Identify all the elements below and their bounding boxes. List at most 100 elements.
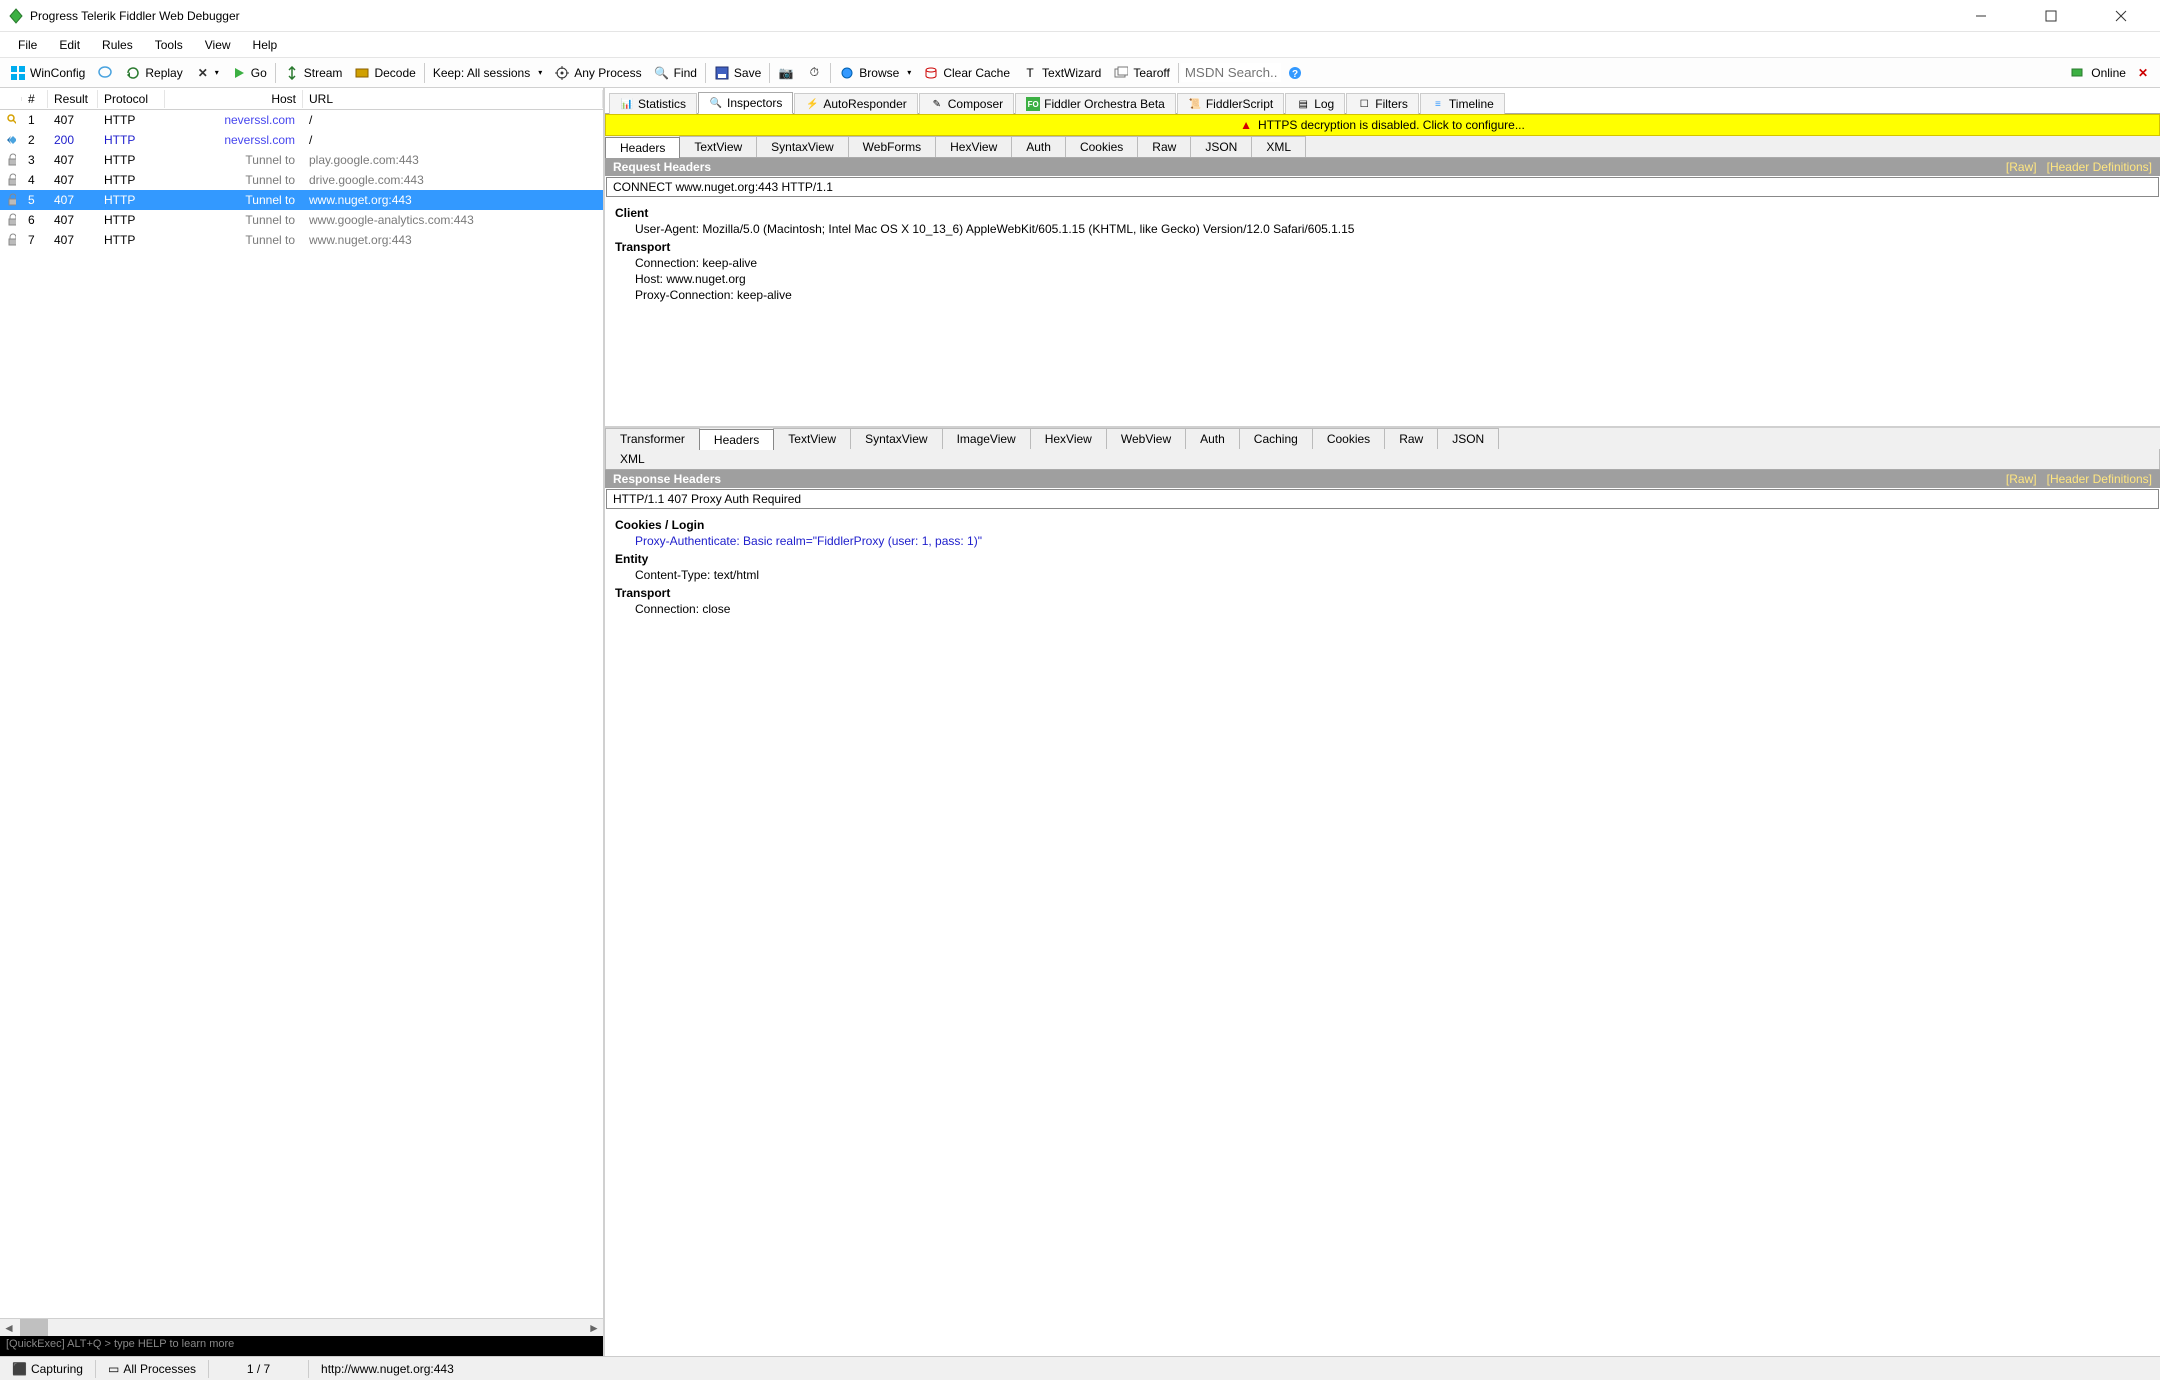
session-row[interactable]: 4407HTTPTunnel todrive.google.com:443 — [0, 170, 603, 190]
menu-view[interactable]: View — [195, 35, 241, 55]
clearcache-button[interactable]: Clear Cache — [917, 63, 1016, 83]
tab-timeline[interactable]: ≡Timeline — [1420, 93, 1505, 114]
scroll-left-icon[interactable]: ◄ — [0, 1319, 18, 1336]
response-defs-link[interactable]: [Header Definitions] — [2047, 472, 2152, 486]
tearoff-button[interactable]: Tearoff — [1107, 63, 1175, 83]
session-row[interactable]: 2200HTTPneverssl.com/ — [0, 130, 603, 150]
quickexec-input[interactable]: [QuickExec] ALT+Q > type HELP to learn m… — [0, 1336, 603, 1356]
tab-filters[interactable]: ☐Filters — [1346, 93, 1419, 114]
resptab-imageview[interactable]: ImageView — [942, 428, 1031, 449]
resptab-syntaxview[interactable]: SyntaxView — [850, 428, 942, 449]
session-row[interactable]: 6407HTTPTunnel towww.google-analytics.co… — [0, 210, 603, 230]
reqtab-raw[interactable]: Raw — [1137, 136, 1191, 157]
request-ua[interactable]: User-Agent: Mozilla/5.0 (Macintosh; Inte… — [615, 222, 2150, 236]
menu-edit[interactable]: Edit — [49, 35, 90, 55]
scroll-right-icon[interactable]: ► — [585, 1319, 603, 1336]
resptab-caching[interactable]: Caching — [1239, 428, 1313, 449]
request-line[interactable]: CONNECT www.nuget.org:443 HTTP/1.1 — [606, 177, 2159, 197]
reqtab-textview[interactable]: TextView — [679, 136, 757, 157]
session-row[interactable]: 3407HTTPTunnel toplay.google.com:443 — [0, 150, 603, 170]
maximize-button[interactable] — [2028, 1, 2074, 31]
session-row[interactable]: 5407HTTPTunnel towww.nuget.org:443 — [0, 190, 603, 210]
lock-icon — [0, 212, 22, 228]
close-toolbar-icon[interactable]: ✕ — [2138, 66, 2148, 80]
col-url[interactable]: URL — [303, 90, 603, 108]
request-defs-link[interactable]: [Header Definitions] — [2047, 160, 2152, 174]
minimize-button[interactable] — [1958, 1, 2004, 31]
response-proxyauth[interactable]: Proxy-Authenticate: Basic realm="Fiddler… — [615, 534, 2150, 548]
reqtab-json[interactable]: JSON — [1190, 136, 1252, 157]
reqtab-syntaxview[interactable]: SyntaxView — [756, 136, 848, 157]
resptab-xml[interactable]: XML — [605, 449, 2160, 469]
col-num[interactable]: # — [22, 90, 48, 108]
reqtab-webforms[interactable]: WebForms — [848, 136, 936, 157]
winconfig-button[interactable]: WinConfig — [4, 63, 91, 83]
resptab-auth[interactable]: Auth — [1185, 428, 1240, 449]
tab-inspectors[interactable]: 🔍Inspectors — [698, 92, 793, 114]
response-connection[interactable]: Connection: close — [615, 602, 2150, 616]
keep-sessions-dropdown[interactable]: Keep: All sessions▾ — [427, 64, 548, 82]
session-row[interactable]: 7407HTTPTunnel towww.nuget.org:443 — [0, 230, 603, 250]
lock-icon — [0, 232, 22, 248]
find-button[interactable]: 🔍Find — [648, 63, 703, 83]
status-capturing[interactable]: ⬛Capturing — [0, 1360, 96, 1378]
key-icon — [0, 112, 22, 128]
resptab-raw[interactable]: Raw — [1384, 428, 1438, 449]
col-protocol[interactable]: Protocol — [98, 90, 165, 108]
online-indicator[interactable]: Online ✕ — [2069, 65, 2156, 81]
menu-help[interactable]: Help — [243, 35, 288, 55]
request-proxy[interactable]: Proxy-Connection: keep-alive — [615, 288, 2150, 302]
response-raw-link[interactable]: [Raw] — [2006, 472, 2037, 486]
screenshot-button[interactable]: 📷 — [772, 63, 800, 83]
reqtab-xml[interactable]: XML — [1251, 136, 1306, 157]
tab-composer[interactable]: ✎Composer — [919, 93, 1014, 114]
online-icon — [2069, 65, 2085, 81]
remove-button[interactable]: ✕▾ — [189, 63, 225, 83]
menu-file[interactable]: File — [8, 35, 47, 55]
stream-button[interactable]: Stream — [278, 63, 349, 83]
resptab-json[interactable]: JSON — [1437, 428, 1499, 449]
reqtab-hexview[interactable]: HexView — [935, 136, 1012, 157]
app-icon — [8, 8, 24, 24]
tab-log[interactable]: ▤Log — [1285, 93, 1345, 114]
go-button[interactable]: Go — [225, 63, 273, 83]
resptab-headers[interactable]: Headers — [699, 429, 774, 450]
https-warning-bar[interactable]: ▲ HTTPS decryption is disabled. Click to… — [605, 114, 2160, 136]
horizontal-scrollbar[interactable]: ◄ ► — [0, 1318, 603, 1336]
tab-orchestra[interactable]: FOFiddler Orchestra Beta — [1015, 93, 1176, 114]
decode-button[interactable]: Decode — [348, 63, 421, 83]
col-host[interactable]: Host — [165, 90, 303, 108]
textwizard-button[interactable]: TTextWizard — [1016, 63, 1107, 83]
help-button[interactable]: ? — [1281, 63, 1309, 83]
anyprocess-button[interactable]: Any Process — [548, 63, 647, 83]
reqtab-auth[interactable]: Auth — [1011, 136, 1066, 157]
timer-button[interactable]: ⏱ — [800, 63, 828, 83]
request-raw-link[interactable]: [Raw] — [2006, 160, 2037, 174]
status-allprocesses[interactable]: ▭All Processes — [96, 1360, 209, 1378]
menu-rules[interactable]: Rules — [92, 35, 143, 55]
col-result[interactable]: Result — [48, 90, 98, 108]
close-button[interactable] — [2098, 1, 2144, 31]
request-connection[interactable]: Connection: keep-alive — [615, 256, 2150, 270]
browse-button[interactable]: Browse▾ — [833, 63, 917, 83]
reqtab-headers[interactable]: Headers — [605, 137, 680, 158]
tab-statistics[interactable]: 📊Statistics — [609, 93, 697, 114]
reqtab-cookies[interactable]: Cookies — [1065, 136, 1138, 157]
tab-fiddlerscript[interactable]: 📜FiddlerScript — [1177, 93, 1284, 114]
resptab-textview[interactable]: TextView — [773, 428, 851, 449]
save-button[interactable]: Save — [708, 63, 767, 83]
msdn-search-input[interactable] — [1181, 63, 1281, 82]
bubble-icon — [97, 65, 113, 81]
comment-button[interactable] — [91, 63, 119, 83]
menu-tools[interactable]: Tools — [145, 35, 193, 55]
resptab-hexview[interactable]: HexView — [1030, 428, 1107, 449]
response-ctype[interactable]: Content-Type: text/html — [615, 568, 2150, 582]
session-row[interactable]: 1407HTTPneverssl.com/ — [0, 110, 603, 130]
resptab-cookies[interactable]: Cookies — [1312, 428, 1385, 449]
response-line[interactable]: HTTP/1.1 407 Proxy Auth Required — [606, 489, 2159, 509]
tab-autoresponder[interactable]: ⚡AutoResponder — [794, 93, 917, 114]
replay-button[interactable]: Replay — [119, 63, 188, 83]
resptab-webview[interactable]: WebView — [1106, 428, 1186, 449]
resptab-transformer[interactable]: Transformer — [605, 428, 700, 449]
request-host[interactable]: Host: www.nuget.org — [615, 272, 2150, 286]
